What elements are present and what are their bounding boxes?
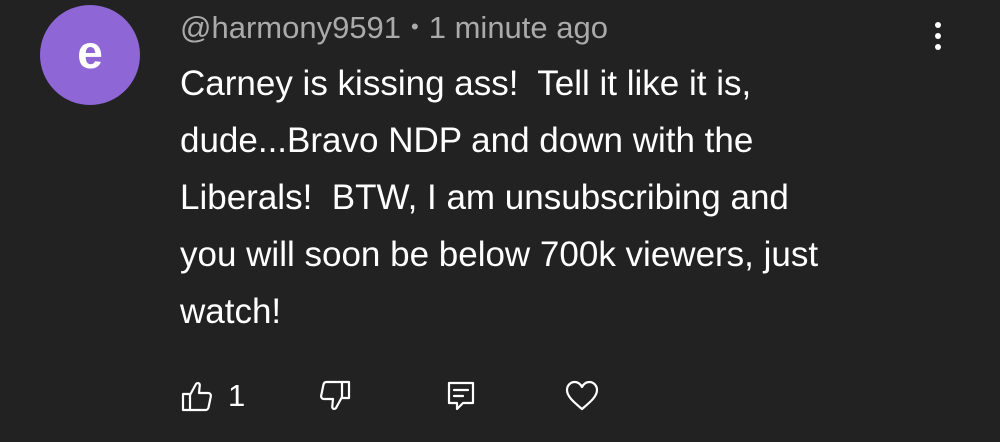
comment-actions: 1 xyxy=(180,368,640,424)
reply-button[interactable] xyxy=(444,374,478,418)
username[interactable]: @harmony9591 xyxy=(180,10,401,46)
comment-meta: @harmony9591 • 1 minute ago xyxy=(180,7,608,49)
thumbs-up-icon xyxy=(181,381,212,412)
more-vertical-icon xyxy=(935,22,941,28)
comment-card: e @harmony9591 • 1 minute ago Carney is … xyxy=(0,0,1000,442)
comment-text: Carney is kissing ass! Tell it like it i… xyxy=(180,64,819,331)
like-count: 1 xyxy=(228,378,246,413)
thumbs-down-icon xyxy=(320,380,351,411)
more-vertical-icon-dot xyxy=(935,33,941,39)
meta-separator: • xyxy=(411,14,419,39)
avatar[interactable]: e xyxy=(40,5,140,105)
timestamp[interactable]: 1 minute ago xyxy=(429,10,608,46)
like-button[interactable] xyxy=(180,374,214,418)
heart-button[interactable] xyxy=(564,374,600,418)
avatar-initial: e xyxy=(77,26,103,78)
more-options-button[interactable] xyxy=(920,18,956,54)
more-vertical-icon-dot xyxy=(935,44,941,50)
heart-icon xyxy=(565,380,599,411)
dislike-button[interactable] xyxy=(318,374,352,418)
reply-comment-icon xyxy=(447,381,475,411)
